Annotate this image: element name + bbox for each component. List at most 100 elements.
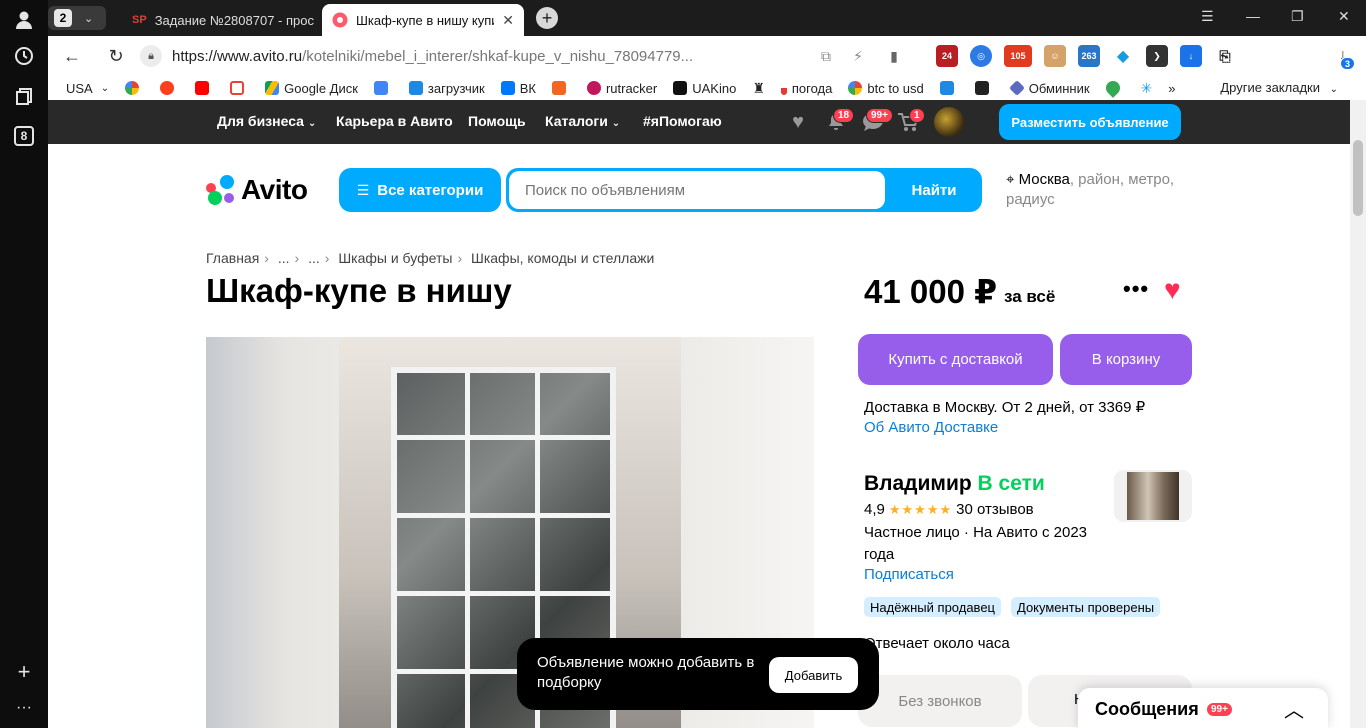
url-host: https://www.avito.ru bbox=[172, 47, 303, 65]
bookmark-google[interactable] bbox=[125, 81, 144, 95]
bookmark-chess[interactable]: ♜ bbox=[752, 80, 765, 97]
bookmark-exchange[interactable]: Обминник bbox=[1008, 80, 1090, 96]
nav-catalogs[interactable]: Каталоги ⌄ bbox=[545, 113, 620, 129]
sidebar-app-icon[interactable]: 8 bbox=[12, 124, 36, 148]
bookmark-uakino[interactable]: UAKino bbox=[673, 81, 736, 96]
breadcrumb-item[interactable]: ... bbox=[278, 250, 290, 266]
tab-group-button[interactable]: 2 ⌄ bbox=[48, 6, 106, 30]
messages-label: Сообщения bbox=[1095, 699, 1199, 719]
minimize-icon[interactable]: — bbox=[1246, 8, 1260, 24]
breadcrumb-item[interactable]: Шкафы и буфеты bbox=[338, 250, 452, 266]
chevron-up-icon[interactable]: ︿ bbox=[1284, 694, 1304, 723]
reload-icon[interactable]: ↻ bbox=[104, 44, 128, 68]
nav-career[interactable]: Карьера в Авито bbox=[336, 113, 453, 129]
rating-value: 4,9 bbox=[864, 501, 885, 518]
bookmark-rutracker[interactable]: rutracker bbox=[586, 81, 657, 96]
extension-globe-icon[interactable]: ◎ bbox=[970, 45, 992, 67]
bookmark-drive[interactable]: Google Диск bbox=[265, 81, 358, 96]
page-scrollbar[interactable] bbox=[1350, 100, 1366, 728]
bookmark-translate[interactable] bbox=[373, 81, 393, 95]
bookmark-loader[interactable]: загрузчик bbox=[408, 81, 485, 96]
add-panel-icon[interactable]: + bbox=[12, 659, 36, 684]
more-options-button[interactable]: ••• bbox=[1123, 276, 1149, 302]
close-icon[interactable]: ✕ bbox=[502, 12, 514, 29]
nav-help-campaign[interactable]: #яПомогаю bbox=[643, 113, 722, 129]
profile-icon[interactable] bbox=[12, 8, 36, 32]
other-bookmarks[interactable]: Другие закладки ⌄ bbox=[1220, 80, 1338, 95]
more-icon[interactable]: ··· bbox=[12, 696, 36, 720]
extension-diamond-icon[interactable]: ◆ bbox=[1112, 45, 1134, 67]
user-avatar[interactable] bbox=[934, 107, 964, 137]
price-suffix: за всё bbox=[1004, 287, 1056, 306]
breadcrumb-item[interactable]: Главная bbox=[206, 250, 259, 266]
subscribe-link[interactable]: Подписаться bbox=[864, 566, 954, 583]
avito-logo-text: Avito bbox=[241, 174, 308, 205]
extension-24-icon[interactable]: 24 bbox=[936, 45, 958, 67]
bookmark-icon[interactable]: ▮ bbox=[882, 44, 906, 68]
heart-icon[interactable]: ♥ bbox=[1164, 274, 1181, 306]
history-icon[interactable] bbox=[12, 44, 36, 68]
loader-icon bbox=[408, 81, 423, 95]
bookmark-f[interactable] bbox=[551, 81, 571, 95]
extension-tool-icon[interactable]: ⎘ bbox=[1214, 45, 1236, 67]
breadcrumb-item[interactable]: ... bbox=[308, 250, 320, 266]
collections-icon[interactable] bbox=[12, 84, 36, 108]
back-icon[interactable]: ← bbox=[60, 44, 84, 68]
no-calls-button[interactable]: Без звонков bbox=[858, 675, 1022, 727]
copy-link-icon[interactable]: ⧉ bbox=[814, 44, 838, 68]
seller-avatar[interactable] bbox=[1114, 470, 1192, 522]
add-to-cart-button[interactable]: В корзину bbox=[1060, 334, 1192, 385]
nav-business[interactable]: Для бизнеса ⌄ bbox=[217, 113, 316, 129]
seller-rating[interactable]: 4,9 ★★★★★ 30 отзывов bbox=[864, 501, 1034, 518]
restore-icon[interactable]: ❐ bbox=[1291, 8, 1304, 25]
window-close-icon[interactable]: ✕ bbox=[1338, 8, 1350, 25]
extension-263-icon[interactable]: 263 bbox=[1078, 45, 1100, 67]
post-ad-button[interactable]: Разместить объявление bbox=[999, 104, 1181, 140]
bookmark-maps[interactable] bbox=[1102, 78, 1125, 98]
breadcrumb-item[interactable]: Шкафы, комоды и стеллажи bbox=[471, 250, 654, 266]
location-selector[interactable]: ⌖ Москва, район, метро, радиус bbox=[1006, 170, 1186, 210]
bookmark-bc[interactable] bbox=[974, 81, 994, 95]
reviews-count: 30 отзывов bbox=[956, 501, 1034, 518]
nav-help[interactable]: Помощь bbox=[468, 113, 526, 129]
url-field[interactable]: 🔒︎ https://www.avito.ru /kotelniki/mebel… bbox=[140, 41, 840, 71]
protect-icon[interactable]: ⚡︎ bbox=[846, 44, 870, 68]
bookmark-yandex[interactable] bbox=[160, 81, 179, 95]
avito-logo[interactable]: Avito bbox=[206, 174, 308, 206]
seller-name[interactable]: Владимир В сети bbox=[864, 472, 1045, 496]
delivery-link[interactable]: Об Авито Доставке bbox=[864, 419, 998, 436]
bookmark-btc[interactable]: btc to usd bbox=[848, 81, 924, 96]
all-categories-button[interactable]: ☰ Все категории bbox=[339, 168, 501, 212]
extension-counter-icon[interactable]: 105 bbox=[1004, 45, 1032, 67]
categories-icon: ☰ bbox=[356, 181, 370, 198]
bookmark-weather[interactable]: погода bbox=[780, 81, 832, 96]
extension-download-icon[interactable]: ↓ bbox=[1180, 45, 1202, 67]
bookmarks-more[interactable]: » bbox=[1168, 81, 1175, 96]
photo-blur-left bbox=[206, 337, 339, 728]
toast-text: Объявление можно добавить в подборку bbox=[537, 654, 755, 691]
tab-task[interactable]: SP Задание №2808707 - прос bbox=[122, 4, 322, 36]
search-input[interactable] bbox=[509, 171, 885, 209]
documents-verified-badge: Документы проверены bbox=[1011, 597, 1161, 617]
extension-face-icon[interactable]: ☺ bbox=[1044, 45, 1066, 67]
new-tab-button[interactable]: + bbox=[536, 7, 558, 29]
google-icon bbox=[848, 81, 863, 95]
bookmark-youtube[interactable] bbox=[195, 81, 214, 95]
toast-add-button[interactable]: Добавить bbox=[769, 657, 858, 693]
extension-dark-icon[interactable]: ❯ bbox=[1146, 45, 1168, 67]
sp-favicon-icon: SP bbox=[132, 14, 147, 26]
search-button[interactable]: Найти bbox=[886, 168, 982, 212]
tab-avito[interactable]: Шкаф-купе в нишу купи ✕ bbox=[322, 4, 524, 36]
buy-with-delivery-button[interactable]: Купить с доставкой bbox=[858, 334, 1053, 385]
reply-time: Отвечает около часа bbox=[864, 635, 1010, 652]
bookmark-folder-usa[interactable]: USA ⌄ bbox=[66, 81, 109, 96]
bookmark-p[interactable] bbox=[939, 81, 959, 95]
menu-icon[interactable]: ☰ bbox=[1201, 8, 1214, 25]
scrollbar-thumb[interactable] bbox=[1353, 140, 1363, 216]
seller-status: В сети bbox=[977, 472, 1045, 495]
favorites-icon[interactable]: ♥ bbox=[787, 111, 809, 133]
bookmark-gmail[interactable] bbox=[230, 81, 249, 95]
bookmark-star[interactable]: ✳ bbox=[1141, 80, 1153, 97]
bookmark-vk[interactable]: ВК bbox=[500, 81, 536, 96]
messages-panel[interactable]: Сообщения 99+ ︿ bbox=[1078, 688, 1328, 728]
